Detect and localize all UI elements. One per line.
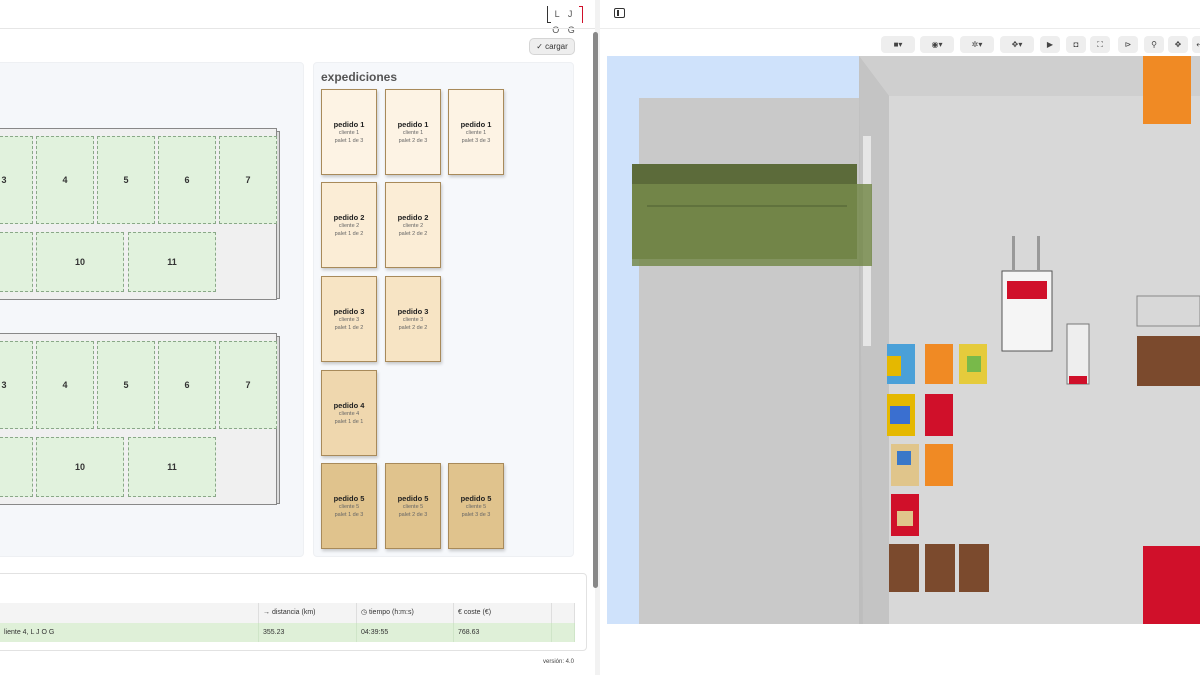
viewer-tool-button[interactable]: ⊳ bbox=[1118, 36, 1138, 53]
pedido-pallet: palet 1 de 3 bbox=[334, 138, 364, 144]
viewer-tool-button[interactable]: ■▾ bbox=[881, 36, 915, 53]
pedido-card[interactable]: pedido 5 cliente 5 palet 3 de 3 bbox=[448, 463, 504, 549]
pedido-pallet: palet 3 de 3 bbox=[461, 138, 491, 144]
pallet-slot[interactable]: 3 bbox=[0, 341, 33, 429]
pedido-title: pedido 3 bbox=[333, 307, 365, 316]
pedido-client: cliente 2 bbox=[402, 223, 424, 229]
pedido-card[interactable]: pedido 2 cliente 2 palet 2 de 2 bbox=[385, 182, 441, 268]
pedido-title: pedido 2 bbox=[397, 213, 429, 222]
pedido-client: cliente 5 bbox=[465, 504, 487, 510]
pedido-client: cliente 4 bbox=[338, 411, 360, 417]
cost-cell: 768.63 bbox=[454, 623, 552, 642]
pedido-pallet: palet 1 de 2 bbox=[334, 325, 364, 331]
pedido-client: cliente 5 bbox=[402, 504, 424, 510]
viewer-tool-button[interactable]: ✥ bbox=[1168, 36, 1188, 53]
pallet-slot[interactable]: 10 bbox=[36, 232, 124, 292]
pedido-title: pedido 5 bbox=[333, 494, 365, 503]
pedido-card[interactable]: pedido 3 cliente 3 palet 1 de 2 bbox=[321, 276, 377, 362]
pedido-pallet: palet 1 de 3 bbox=[334, 512, 364, 518]
scrollbar[interactable] bbox=[593, 32, 598, 588]
time-cell: 04:39:55 bbox=[357, 623, 454, 642]
pallet-slot[interactable]: 7 bbox=[219, 341, 277, 429]
toggle-sidebar-icon[interactable] bbox=[614, 8, 625, 18]
table-header-blank bbox=[0, 603, 259, 623]
viewer-tool-button[interactable]: ⛶ bbox=[1090, 36, 1110, 53]
pallet-slot[interactable]: 5 bbox=[97, 136, 155, 224]
pallet-slot[interactable]: 3 bbox=[0, 136, 33, 224]
pedido-pallet: palet 1 de 1 bbox=[334, 419, 364, 425]
distance-cell: 355.23 bbox=[259, 623, 357, 642]
pallet-slot[interactable]: 4 bbox=[36, 136, 94, 224]
pedido-title: pedido 5 bbox=[460, 494, 492, 503]
viewer-tool-button[interactable]: ⟷ bbox=[1192, 36, 1200, 53]
pedido-card[interactable]: pedido 4 cliente 4 palet 1 de 1 bbox=[321, 370, 377, 456]
pedido-pallet: palet 2 de 3 bbox=[398, 512, 428, 518]
pedido-pallet: palet 3 de 3 bbox=[461, 512, 491, 518]
viewer-tool-button[interactable]: ✲▾ bbox=[960, 36, 994, 53]
table-header-cost[interactable]: € coste (€) bbox=[454, 603, 552, 623]
pedido-client: cliente 3 bbox=[402, 317, 424, 323]
warehouse-3d-view[interactable] bbox=[607, 56, 1200, 624]
logo: L J O G bbox=[547, 6, 583, 35]
pedido-title: pedido 3 bbox=[397, 307, 429, 316]
planner-pane: L J O G ✓ cargar expediciones 3 4 5 6 7 10 11 … bbox=[0, 0, 595, 675]
extra-cell bbox=[552, 623, 575, 642]
viewer-tool-button[interactable]: ✥▾ bbox=[1000, 36, 1034, 53]
pedido-card[interactable]: pedido 5 cliente 5 palet 1 de 3 bbox=[321, 463, 377, 549]
pedido-title: pedido 2 bbox=[333, 213, 365, 222]
table-header-time[interactable]: ◷ tiempo (h:m:s) bbox=[357, 603, 454, 623]
pedido-title: pedido 5 bbox=[397, 494, 429, 503]
route-cell[interactable]: liente 4, L J O G bbox=[0, 623, 259, 642]
table-header-distance[interactable]: → distancia (km) bbox=[259, 603, 357, 623]
version-label: versión: 4.0 bbox=[543, 659, 575, 665]
viewer-tool-button[interactable]: ◘ bbox=[1066, 36, 1086, 53]
pedido-title: pedido 1 bbox=[333, 120, 365, 129]
pallet-slot[interactable]: 11 bbox=[128, 437, 216, 497]
pallet-slot[interactable]: 11 bbox=[128, 232, 216, 292]
pedido-title: pedido 4 bbox=[333, 401, 365, 410]
pallet-slot[interactable] bbox=[0, 232, 33, 292]
pedido-pallet: palet 2 de 3 bbox=[398, 138, 428, 144]
pedido-card[interactable]: pedido 5 cliente 5 palet 2 de 3 bbox=[385, 463, 441, 549]
pedido-pallet: palet 2 de 2 bbox=[398, 325, 428, 331]
viewer-tool-button[interactable]: ▶ bbox=[1040, 36, 1060, 53]
pedido-pallet: palet 1 de 2 bbox=[334, 231, 364, 237]
cargar-button[interactable]: ✓ cargar bbox=[529, 38, 575, 55]
pallet-slot[interactable] bbox=[0, 437, 33, 497]
pedido-client: cliente 2 bbox=[338, 223, 360, 229]
pallet-slot[interactable]: 4 bbox=[36, 341, 94, 429]
pedido-title: pedido 1 bbox=[397, 120, 429, 129]
viewer-tool-button[interactable]: ◉▾ bbox=[920, 36, 954, 53]
pallet-slot[interactable]: 10 bbox=[36, 437, 124, 497]
pedido-client: cliente 1 bbox=[402, 130, 424, 136]
pedido-client: cliente 5 bbox=[338, 504, 360, 510]
pedido-card[interactable]: pedido 2 cliente 2 palet 1 de 2 bbox=[321, 182, 377, 268]
pallet-slot[interactable]: 6 bbox=[158, 341, 216, 429]
pedido-pallet: palet 2 de 2 bbox=[398, 231, 428, 237]
pedido-card[interactable]: pedido 1 cliente 1 palet 3 de 3 bbox=[448, 89, 504, 175]
viewer-pane: ■▾ ◉▾ ✲▾ ✥▾ ▶ ◘⛶ ⊳ ⚲✥⟷ bbox=[600, 0, 1200, 675]
pallet-slot[interactable]: 6 bbox=[158, 136, 216, 224]
pedido-client: cliente 3 bbox=[338, 317, 360, 323]
pedido-title: pedido 1 bbox=[460, 120, 492, 129]
pedido-client: cliente 1 bbox=[338, 130, 360, 136]
viewer-tool-button[interactable]: ⚲ bbox=[1144, 36, 1164, 53]
viewer-header-divider bbox=[600, 28, 1200, 29]
pedido-card[interactable]: pedido 1 cliente 1 palet 1 de 3 bbox=[321, 89, 377, 175]
expediciones-title: expediciones bbox=[321, 70, 398, 84]
table-header-extra bbox=[552, 603, 575, 623]
header-divider bbox=[0, 28, 595, 29]
pallet-slot[interactable]: 7 bbox=[219, 136, 277, 224]
pedido-card[interactable]: pedido 3 cliente 3 palet 2 de 2 bbox=[385, 276, 441, 362]
pallet-slot[interactable]: 5 bbox=[97, 341, 155, 429]
pedido-client: cliente 1 bbox=[465, 130, 487, 136]
pedido-card[interactable]: pedido 1 cliente 1 palet 2 de 3 bbox=[385, 89, 441, 175]
